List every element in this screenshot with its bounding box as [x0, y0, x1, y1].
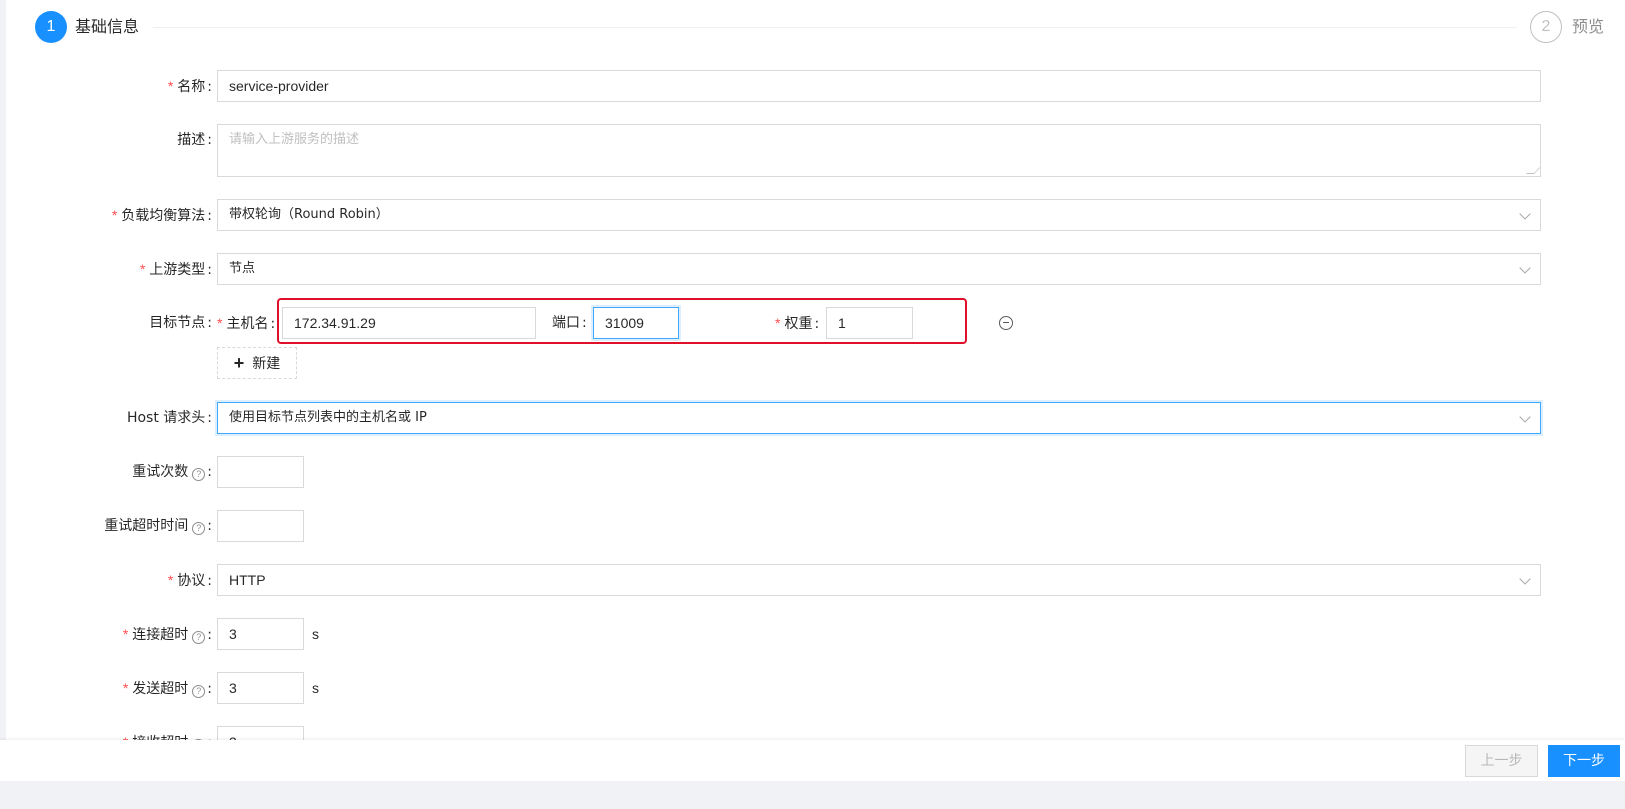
step-2-icon[interactable]: 2 — [1530, 11, 1562, 43]
add-node-label: 新建 — [252, 356, 281, 372]
protocol-select[interactable]: HTTP — [217, 564, 1541, 596]
chevron-down-icon — [1519, 262, 1531, 274]
question-circle-icon[interactable]: ? — [192, 522, 206, 535]
upstream-type-value: 节点 — [229, 261, 256, 276]
connect-timeout-input[interactable]: 3 — [217, 618, 304, 650]
next-step-button[interactable]: 下一步 — [1548, 745, 1620, 777]
question-circle-icon[interactable]: ? — [192, 468, 206, 481]
form-row-target-nodes: 目标节点: * 主机名: 172.34.91.29 端口: 31009 * 权重: … — [6, 298, 1625, 344]
load-balancer-label: * 负载均衡算法: — [111, 207, 212, 224]
resize-handle-icon[interactable] — [1526, 166, 1540, 174]
prev-step-button[interactable]: 上一步 — [1465, 745, 1538, 777]
name-label: * 名称: — [167, 78, 212, 95]
form-row-description: 描述: 请输入上游服务的描述 — [6, 124, 1625, 179]
connect-timeout-unit: s — [312, 626, 319, 642]
footer-bar: 上一步 下一步 — [0, 740, 1625, 781]
protocol-value: HTTP — [229, 572, 266, 588]
retry-timeout-input[interactable] — [217, 510, 304, 542]
send-timeout-unit: s — [312, 680, 319, 696]
form-row-host-header: Host 请求头: 使用目标节点列表中的主机名或 IP — [6, 402, 1625, 436]
minus-circle-icon[interactable] — [999, 316, 1013, 330]
footer-gap — [0, 781, 1625, 809]
step-connector — [153, 27, 1517, 28]
retry-timeout-label: 重试超时时间?: — [104, 518, 212, 535]
load-balancer-select[interactable]: 带权轮询（Round Robin） — [217, 199, 1541, 231]
protocol-label: * 协议: — [167, 572, 212, 589]
step-1-icon[interactable]: 1 — [35, 11, 67, 43]
description-textarea[interactable]: 请输入上游服务的描述 — [217, 124, 1541, 177]
host-header-label: Host 请求头: — [126, 410, 212, 426]
name-input[interactable]: service-provider — [217, 70, 1541, 102]
upstream-type-select[interactable]: 节点 — [217, 253, 1541, 285]
target-nodes-label: 目标节点: — [149, 315, 212, 331]
add-node-button[interactable]: + 新建 — [217, 347, 297, 379]
send-timeout-label: * 发送超时?: — [122, 680, 212, 698]
form-card: 1 基础信息 2 预览 * 名称: service-provider 描述: 请输… — [6, 0, 1625, 809]
host-label: * 主机名: — [217, 315, 276, 332]
host-header-value: 使用目标节点列表中的主机名或 IP — [229, 410, 427, 425]
steps-bar: 1 基础信息 2 预览 — [29, 10, 1625, 44]
form-row-send-timeout: * 发送超时?: 3 s — [6, 672, 1625, 706]
retries-input[interactable] — [217, 456, 304, 488]
step-2-title[interactable]: 预览 — [1572, 16, 1604, 38]
form-row-connect-timeout: * 连接超时?: 3 s — [6, 618, 1625, 652]
form-row-upstream-type: * 上游类型: 节点 — [6, 253, 1625, 287]
connect-timeout-label: * 连接超时?: — [122, 626, 212, 644]
plus-icon: + — [233, 353, 245, 373]
chevron-down-icon — [1519, 411, 1531, 423]
question-circle-icon[interactable]: ? — [192, 631, 206, 644]
step-1-title[interactable]: 基础信息 — [75, 16, 139, 38]
chevron-down-icon — [1519, 573, 1531, 585]
host-header-select[interactable]: 使用目标节点列表中的主机名或 IP — [217, 402, 1541, 434]
question-circle-icon[interactable]: ? — [192, 685, 206, 698]
form-row-retry-timeout: 重试超时时间?: — [6, 510, 1625, 544]
highlight-box — [277, 298, 967, 344]
description-label: 描述: — [177, 132, 212, 148]
chevron-down-icon — [1519, 208, 1531, 220]
retries-label: 重试次数?: — [132, 464, 212, 481]
load-balancer-value: 带权轮询（Round Robin） — [229, 207, 389, 222]
description-placeholder: 请输入上游服务的描述 — [229, 132, 360, 147]
form-row-retries: 重试次数?: — [6, 456, 1625, 490]
form-row-load-balancer: * 负载均衡算法: 带权轮询（Round Robin） — [6, 199, 1625, 233]
send-timeout-input[interactable]: 3 — [217, 672, 304, 704]
upstream-type-label: * 上游类型: — [139, 261, 212, 278]
form-row-name: * 名称: service-provider — [6, 70, 1625, 104]
form-row-protocol: * 协议: HTTP — [6, 564, 1625, 598]
